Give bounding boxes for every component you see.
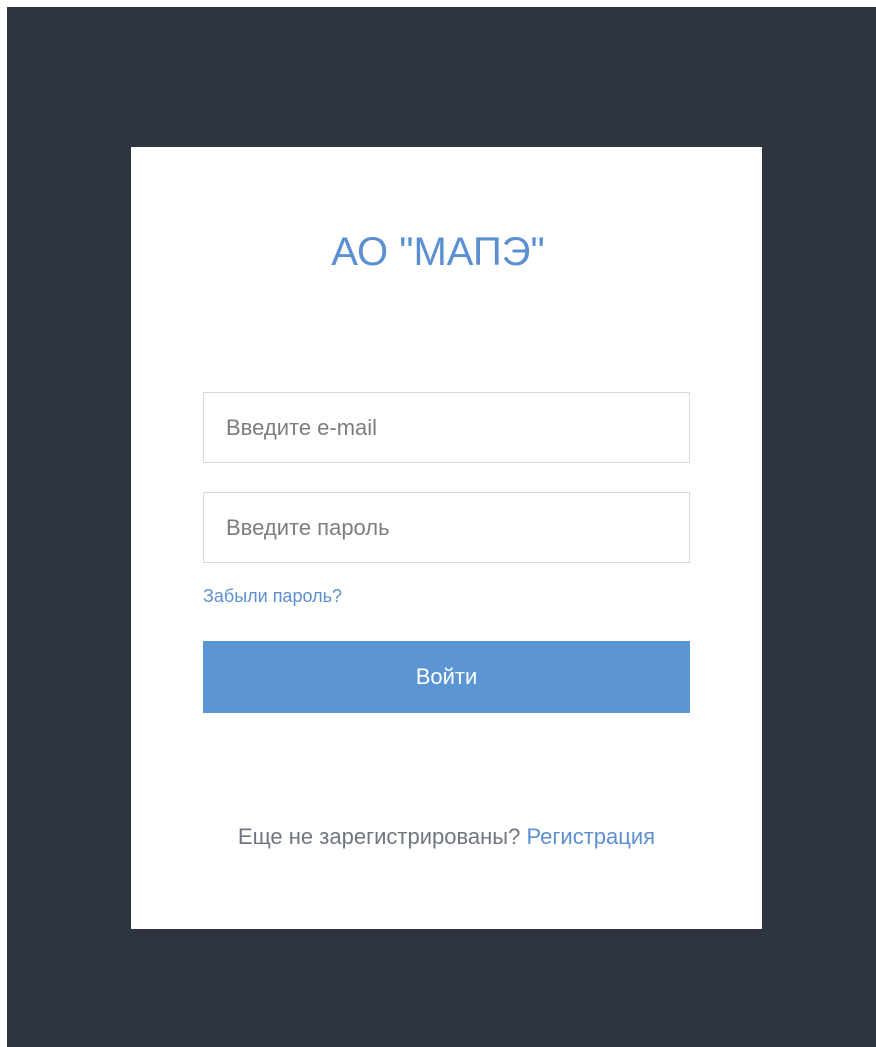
register-link[interactable]: Регистрация [526,824,655,849]
signup-prompt: Еще не зарегистрированы? [237,824,521,849]
brand-title: АО "МАПЭ" [331,230,545,274]
password-field[interactable] [203,492,690,563]
signup-row: Еще не зарегистрированы? Регистрация [0,821,876,853]
email-field[interactable] [203,392,690,463]
forgot-password-link[interactable]: Забыли пароль? [203,583,342,609]
login-button[interactable]: Войти [203,641,690,713]
